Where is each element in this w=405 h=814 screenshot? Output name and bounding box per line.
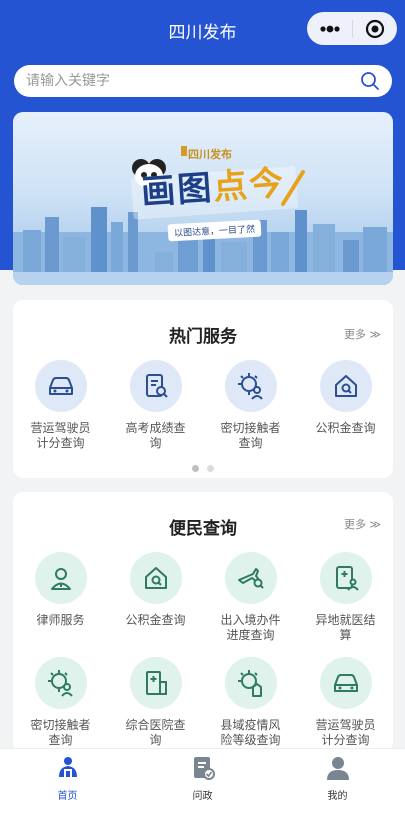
hot-service-item[interactable]: 高考成绩查 询 <box>108 360 203 451</box>
lawyer-icon <box>34 552 87 604</box>
search-bar <box>14 65 392 97</box>
convenience-item[interactable]: 律师服务 <box>13 552 108 628</box>
pager-dot[interactable] <box>207 465 214 472</box>
convenience-label: 出入境办件 进度查询 <box>220 613 281 642</box>
document-search-icon <box>129 360 182 412</box>
convenience-item[interactable]: 密切接触者 查询 <box>13 657 108 748</box>
convenience-label: 密切接触者 查询 <box>30 718 91 747</box>
tab-home-label: 首页 <box>57 791 78 802</box>
promo-banner[interactable]: 四川发布 画图点今 以图达意，一目了然 <box>13 112 393 285</box>
close-mini-program-button[interactable] <box>353 12 397 45</box>
hot-services-title: 热门服务 <box>169 327 237 347</box>
pager-dot-active[interactable] <box>192 465 199 472</box>
tab-profile[interactable]: 我的 <box>270 749 405 814</box>
hot-service-item[interactable]: 营运驾驶员 计分查询 <box>13 360 108 451</box>
virus-person-icon <box>224 360 277 412</box>
hot-service-label: 营运驾驶员 计分查询 <box>30 421 91 450</box>
target-close-icon <box>365 19 385 38</box>
tab-inquiry[interactable]: 问政 <box>135 749 270 814</box>
convenience-item[interactable]: 异地就医结 算 <box>298 552 393 643</box>
hot-service-item[interactable]: 公积金查询 <box>298 360 393 436</box>
house-search-icon <box>319 360 372 412</box>
convenience-item[interactable]: 营运驾驶员 计分查询 <box>298 657 393 748</box>
convenience-more-link[interactable]: 更多 ≫ <box>344 516 381 532</box>
search-icon[interactable] <box>360 71 380 91</box>
search-input[interactable] <box>26 73 360 89</box>
hot-service-item[interactable]: 密切接触者 查询 <box>203 360 298 451</box>
convenience-label: 异地就医结 算 <box>315 613 376 642</box>
tab-inquiry-label: 问政 <box>192 791 213 802</box>
hot-services-more-link[interactable]: 更多 ≫ <box>344 326 381 342</box>
hot-service-label: 高考成绩查 询 <box>125 421 186 450</box>
tab-profile-label: 我的 <box>327 791 348 802</box>
convenience-label: 公积金查询 <box>125 613 186 627</box>
hot-service-label: 公积金查询 <box>315 421 376 435</box>
home-icon <box>58 757 77 777</box>
virus-person-icon <box>34 657 87 709</box>
banner-title-part2: 点今 <box>211 163 287 208</box>
banner-title-part1: 画图 <box>140 168 215 213</box>
house-search-icon <box>129 552 182 604</box>
banner-title: 画图点今 <box>139 155 286 214</box>
convenience-item[interactable]: 公积金查询 <box>108 552 203 628</box>
more-dots-icon <box>319 25 340 32</box>
plane-search-icon <box>224 552 277 604</box>
convenience-label: 综合医院查 询 <box>125 718 186 747</box>
virus-building-icon <box>224 657 277 709</box>
convenience-title: 便民查询 <box>169 519 237 539</box>
inquiry-icon <box>193 757 215 780</box>
convenience-label: 律师服务 <box>36 613 85 627</box>
tab-home[interactable]: 首页 <box>0 749 135 814</box>
convenience-item[interactable]: 出入境办件 进度查询 <box>203 552 298 643</box>
medical-record-icon <box>319 552 372 604</box>
convenience-label: 营运驾驶员 计分查询 <box>315 718 376 747</box>
more-menu-button[interactable] <box>307 12 352 45</box>
navigation-bar: 四川发布 <box>0 0 405 60</box>
profile-icon <box>326 757 349 780</box>
convenience-item[interactable]: 县域疫情风 险等级查询 <box>203 657 298 748</box>
convenience-label: 县域疫情风 险等级查询 <box>220 718 281 747</box>
hot-services-card: 热门服务 更多 ≫ 营运驾驶员 计分查询 高考成绩查 询 密切接触者 查询 公积… <box>13 300 393 478</box>
hospital-icon <box>129 657 182 709</box>
mini-program-capsule <box>307 12 397 45</box>
car-icon <box>319 657 372 709</box>
convenience-card: 便民查询 更多 ≫ 律师服务 公积金查询 出入境办件 进度查询 异地就医结 算 … <box>13 492 393 752</box>
car-icon <box>34 360 87 412</box>
pager-dots <box>13 457 393 476</box>
bottom-tab-bar: 首页 问政 我的 <box>0 748 405 814</box>
convenience-item[interactable]: 综合医院查 询 <box>108 657 203 748</box>
hot-service-label: 密切接触者 查询 <box>220 421 281 450</box>
